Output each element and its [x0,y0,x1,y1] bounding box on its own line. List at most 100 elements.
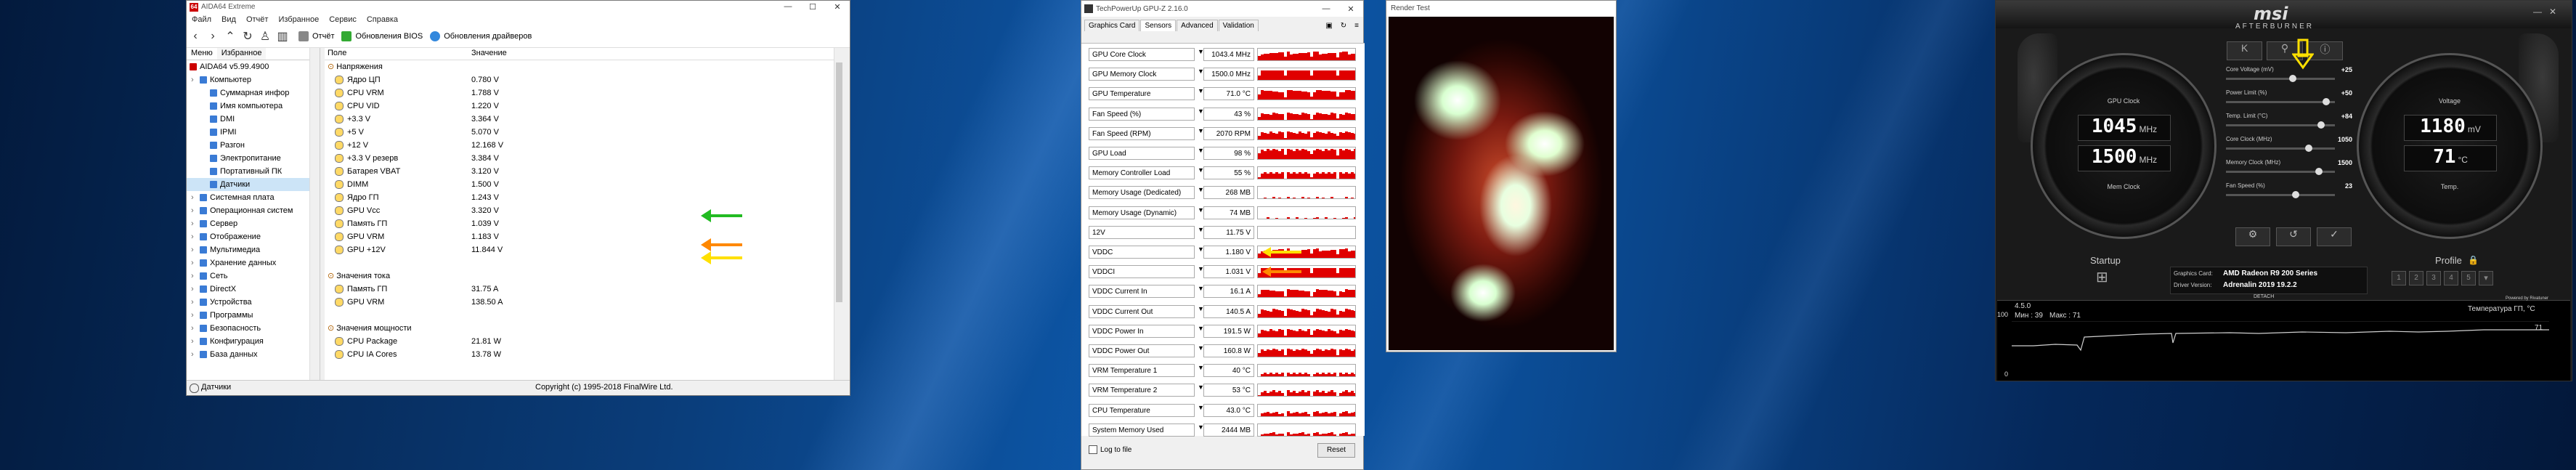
apply-check-icon[interactable]: ✓ [2317,227,2352,246]
expand-chevron-icon[interactable]: › [191,322,194,335]
sensor-name[interactable]: VDDC Current Out [1089,304,1195,318]
sensor-name[interactable]: Memory Usage (Dynamic) [1089,206,1195,219]
expand-chevron-icon[interactable]: › [191,309,194,322]
profile-slot-button[interactable]: 4 [2444,271,2458,285]
close-icon[interactable]: ✕ [825,2,850,12]
property-row[interactable]: Батарея VBAT 3.120 V [325,165,844,178]
tree-item[interactable]: DMI [187,113,320,126]
expand-chevron-icon[interactable]: › [191,217,194,230]
detach-button[interactable]: DETACH [2254,294,2274,299]
tab-advanced[interactable]: Advanced [1177,20,1218,31]
menu-favorites[interactable]: Избранное [273,15,324,24]
user-icon[interactable]: ♙ [256,29,274,44]
sensor-name[interactable]: GPU Core Clock [1089,48,1195,61]
slider-thumb[interactable] [2323,98,2330,105]
tree-item[interactable]: › База данных [187,348,320,361]
tree-item[interactable]: Имя компьютера [187,100,320,113]
property-row[interactable]: DIMM 1.500 V [325,178,844,191]
property-row[interactable]: CPU IA Cores 13.78 W [325,348,844,361]
slider-thumb[interactable] [2315,168,2323,175]
save-profile-icon[interactable]: ▾ [2479,271,2493,285]
expand-chevron-icon[interactable]: › [191,335,194,348]
tree-item[interactable]: Датчики [187,178,320,191]
sensor-name[interactable]: GPU Memory Clock [1089,68,1195,81]
kboost-icon[interactable]: K [2227,41,2263,60]
profile-slot-button[interactable]: 3 [2426,271,2441,285]
minimize-icon[interactable]: — [776,2,800,12]
property-row[interactable]: GPU +12V 11.844 V [325,243,844,256]
property-row[interactable]: Ядро ГП 1.243 V [325,191,844,204]
close-icon[interactable]: ✕ [1338,4,1363,14]
profile-slot-button[interactable]: 5 [2461,271,2476,285]
sensor-name[interactable]: VDDC Power Out [1089,344,1195,357]
refresh-icon[interactable]: ↻ [239,29,256,44]
sensor-name[interactable]: CPU Temperature [1089,403,1195,417]
refresh-icon[interactable]: ↻ [1337,20,1350,31]
profile-slot-button[interactable]: 2 [2409,271,2423,285]
slider-track[interactable] [2226,98,2335,105]
expand-chevron-icon[interactable]: › [191,348,194,361]
settings-gear-icon[interactable]: ⚙ [2235,227,2270,246]
property-row[interactable]: CPU Package 21.81 W [325,335,844,348]
tab-menu[interactable]: Меню [187,48,217,60]
driver-update-button[interactable]: Обновления драйверов [430,31,532,41]
sensor-name[interactable]: GPU Temperature [1089,87,1195,101]
sensor-name[interactable]: VRM Temperature 1 [1089,364,1195,378]
property-row[interactable]: Ядро ЦП 0.780 V [325,73,844,86]
tree-item[interactable]: AIDA64 v5.99.4900 [187,60,320,73]
sensor-name[interactable]: System Memory Used [1089,423,1195,437]
expand-chevron-icon[interactable]: › [191,191,194,204]
tree-item[interactable]: › Программы [187,309,320,322]
tree-item[interactable]: › Безопасность [187,322,320,335]
sensor-name[interactable]: Memory Controller Load [1089,166,1195,180]
tree-item[interactable]: › Системная плата [187,191,320,204]
reset-button[interactable]: Reset [1317,443,1355,458]
tree-item[interactable]: Суммарная инфор [187,86,320,100]
column-value[interactable]: Значение [471,49,507,57]
property-row[interactable]: CPU VRM 1.788 V [325,86,844,100]
tab-validation[interactable]: Validation [1218,20,1259,31]
expand-chevron-icon[interactable]: › [191,270,194,283]
property-row[interactable]: +5 V 5.070 V [325,126,844,139]
chart-icon[interactable]: ▥ [274,29,291,44]
tree-item[interactable]: › Мультимедиа [187,243,320,256]
menu-view[interactable]: Вид [216,15,241,24]
property-row[interactable]: GPU Vcc 3.320 V [325,204,844,217]
profile-slot-button[interactable]: 1 [2392,271,2406,285]
property-row[interactable]: GPU VRM 138.50 A [325,296,844,309]
sensor-name[interactable]: Fan Speed (%) [1089,107,1195,121]
slider-track[interactable] [2226,121,2335,129]
property-row[interactable]: +3.3 V резерв 3.384 V [325,152,844,165]
tree-item[interactable]: › Отображение [187,230,320,243]
property-row[interactable]: +12 V 12.168 V [325,139,844,152]
maximize-icon[interactable]: ☐ [800,2,825,12]
sensor-name[interactable]: VRM Temperature 2 [1089,384,1195,397]
menu-file[interactable]: Файл [187,15,216,24]
property-row[interactable]: +3.3 V 3.364 V [325,113,844,126]
tree-item[interactable]: › Сеть [187,270,320,283]
menu-report[interactable]: Отчёт [241,15,273,24]
minimize-icon[interactable]: — [2533,7,2542,17]
report-button[interactable]: Отчёт [298,31,334,41]
slider-track[interactable] [2226,75,2335,82]
property-row[interactable]: CPU VID 1.220 V [325,100,844,113]
tree-item[interactable]: › Устройства [187,296,320,309]
tab-sensors[interactable]: Sensors [1140,20,1177,31]
tree-item[interactable]: › Хранение данных [187,256,320,270]
property-row[interactable]: Память ГП 31.75 A [325,283,844,296]
sensor-name[interactable]: VDDC Current In [1089,285,1195,299]
tree-item[interactable]: Электропитание [187,152,320,165]
menu-icon[interactable]: ≡ [1351,20,1362,31]
sensor-name[interactable]: VDDC [1089,246,1195,259]
tree-item[interactable]: › DirectX [187,283,320,296]
expand-chevron-icon[interactable]: › [191,296,194,309]
expand-chevron-icon[interactable]: › [191,73,194,86]
tree-item[interactable]: IPMI [187,126,320,139]
slider-thumb[interactable] [2288,75,2296,82]
slider-thumb[interactable] [2292,191,2299,198]
slider-track[interactable] [2226,168,2335,175]
bios-update-button[interactable]: Обновления BIOS [341,31,423,41]
sensor-name[interactable]: VDDC Power In [1089,324,1195,338]
tree-item[interactable]: › Операционная систем [187,204,320,217]
windows-logo-icon[interactable]: ⊞ [2096,268,2108,286]
